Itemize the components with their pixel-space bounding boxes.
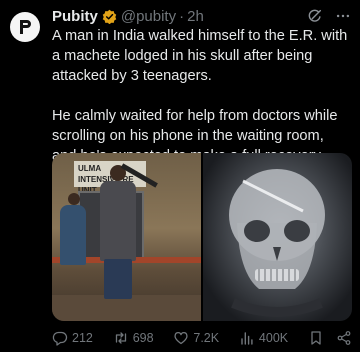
share-icon [337,331,351,345]
injured-man [100,181,136,261]
tweet-paragraph: A man in India walked himself to the E.R… [52,28,348,84]
action-bar: 212 698 7.2K 400K [52,328,352,348]
separator-dot: · [179,7,185,25]
hospital-photo[interactable]: ULMA INTENSIVE RE UNIT [52,153,201,321]
views-button[interactable]: 400K [239,330,288,346]
tweet-text: A man in India walked himself to the E.R… [52,26,352,166]
like-button[interactable]: 7.2K [173,330,219,346]
author-handle[interactable]: @pubity [121,8,176,25]
like-count: 7.2K [193,331,220,345]
media-grid: ULMA INTENSIVE RE UNIT [52,153,352,321]
reply-icon [52,331,68,346]
bystander [60,205,86,265]
reply-button[interactable]: 212 [52,330,93,346]
repost-count: 698 [132,331,154,345]
verified-badge-icon [102,9,117,24]
repost-icon [115,332,126,344]
repost-button[interactable]: 698 [113,330,154,346]
grok-icon[interactable] [306,7,324,25]
bookmark-button[interactable] [308,330,324,346]
author-name[interactable]: Pubity [52,8,98,25]
timestamp[interactable]: 2h [187,8,204,25]
views-count: 400K [258,331,289,345]
heart-icon [174,331,188,345]
skull-xray[interactable] [203,153,352,321]
skull-xray-graphic [229,169,325,317]
reply-count: 212 [72,331,93,345]
tweet[interactable]: Pubity @pubity · 2h A man in India walke… [0,0,360,352]
share-button[interactable] [336,330,352,346]
more-icon[interactable] [334,7,352,25]
pubity-logo-icon [20,20,31,34]
tweet-header: Pubity @pubity · 2h [52,6,352,26]
views-icon [241,332,253,345]
avatar[interactable] [10,12,40,42]
bookmark-icon [311,331,321,345]
